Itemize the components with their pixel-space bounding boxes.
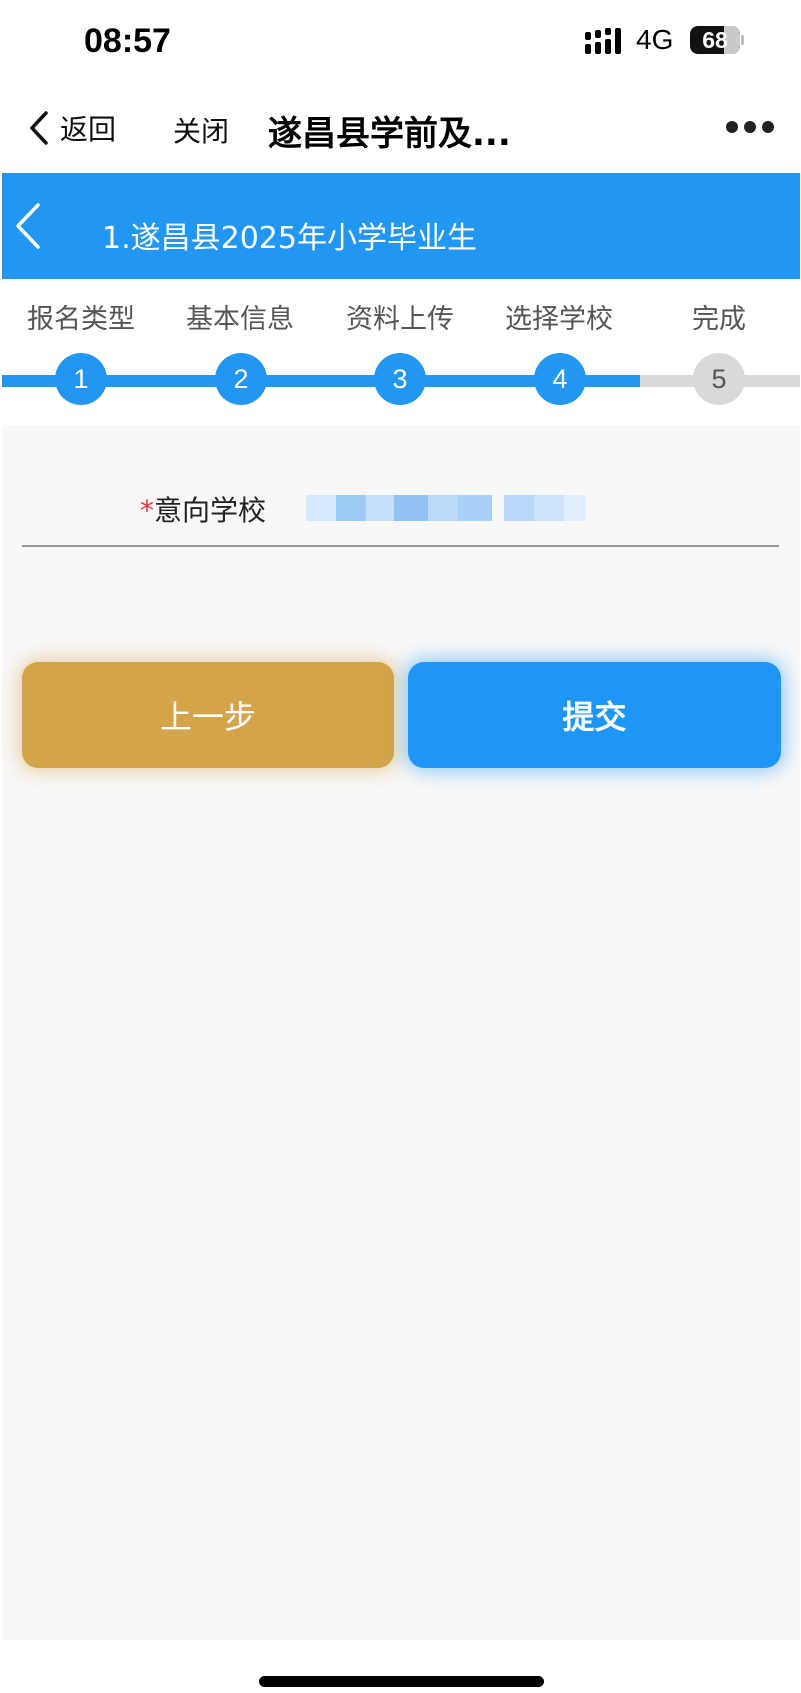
home-indicator — [259, 1676, 544, 1687]
nav-bar: 返回 关闭 遂昌县学前及... — [0, 80, 801, 172]
network-type: 4G — [636, 24, 674, 55]
previous-step-button[interactable]: 上一步 — [22, 662, 394, 768]
header-back-icon[interactable] — [14, 201, 44, 251]
step-label: 资料上传 — [346, 304, 454, 335]
chevron-left-icon — [30, 111, 48, 145]
step-dot: 1 — [55, 353, 107, 405]
step-dot: 2 — [215, 353, 267, 405]
school-field[interactable]: *意向学校 — [22, 485, 779, 547]
status-bar: 08:57 4G 68 — [0, 0, 801, 80]
submit-button[interactable]: 提交 — [408, 662, 781, 768]
step-label: 选择学校 — [505, 304, 613, 335]
required-mark: * — [140, 494, 154, 527]
school-field-label: *意向学校 — [140, 494, 267, 527]
step-dot: 5 — [693, 353, 745, 405]
school-field-value-redacted — [306, 495, 586, 521]
battery-icon: 68 — [690, 26, 744, 54]
step-dot: 4 — [534, 353, 586, 405]
signal-icon — [585, 28, 621, 54]
nav-title: 遂昌县学前及... — [268, 114, 511, 154]
step-label: 基本信息 — [186, 304, 294, 335]
page-header: 1.遂昌县2025年小学毕业生 — [2, 173, 800, 279]
step-label: 报名类型 — [27, 304, 135, 335]
form-content: *意向学校 上一步 提交 — [2, 425, 800, 1640]
step-dot: 3 — [374, 353, 426, 405]
more-dots-icon[interactable] — [726, 120, 774, 134]
header-title: 1.遂昌县2025年小学毕业生 — [102, 221, 477, 256]
nav-back-button[interactable]: 返回 — [28, 108, 116, 148]
status-time: 08:57 — [84, 22, 171, 60]
nav-close-button[interactable]: 关闭 — [173, 110, 229, 150]
nav-back-label: 返回 — [60, 113, 117, 146]
step-label: 完成 — [692, 304, 746, 335]
battery-level: 68 — [702, 27, 728, 53]
